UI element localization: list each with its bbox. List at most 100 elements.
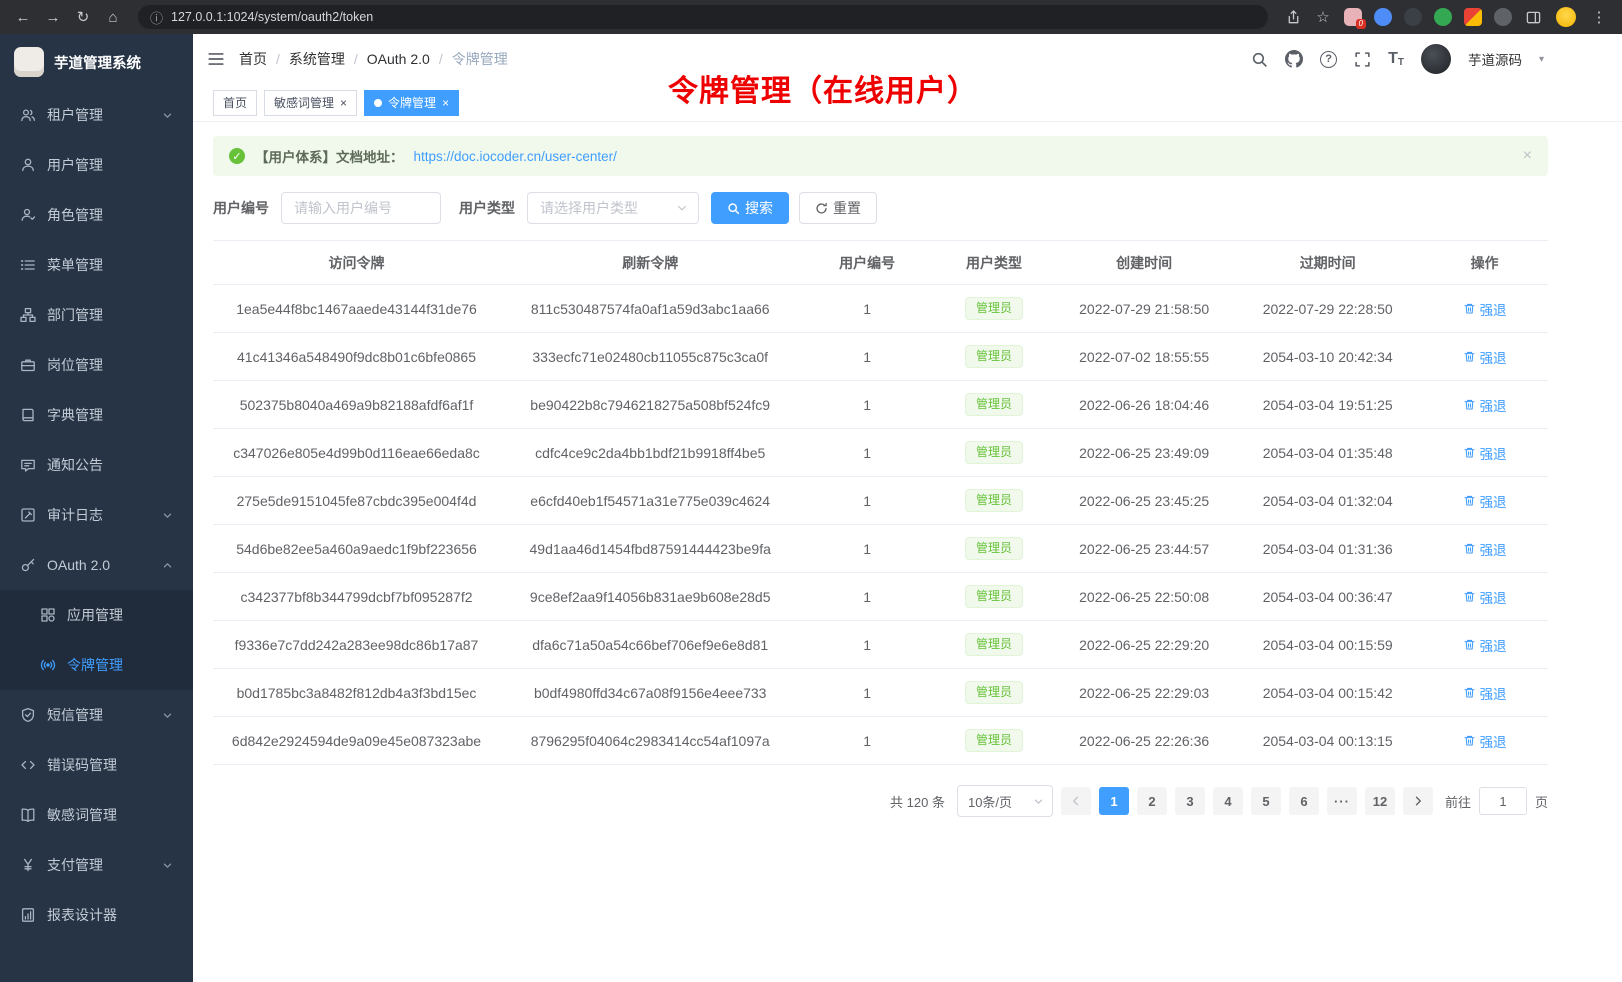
share-icon[interactable] [1280, 4, 1306, 30]
browser-forward-icon[interactable]: → [40, 4, 66, 30]
sidebar-item-label: 用户管理 [47, 155, 103, 175]
logo-image [14, 47, 44, 77]
site-info-icon[interactable]: ⓘ [150, 8, 163, 27]
tab-close-icon[interactable]: × [442, 97, 449, 109]
reset-button[interactable]: 重置 [799, 192, 877, 224]
page-button-6[interactable]: 6 [1289, 787, 1319, 815]
goto-page-input[interactable] [1479, 787, 1527, 815]
refresh-icon [815, 202, 828, 215]
breadcrumb-item[interactable]: 首页 [239, 49, 267, 69]
breadcrumb-item[interactable]: 系统管理 [289, 49, 345, 69]
refresh-token-cell: 811c530487574fa0af1a59d3abc1aa66 [500, 285, 800, 333]
fullscreen-icon[interactable] [1354, 51, 1371, 68]
browser-profile-avatar[interactable] [1556, 7, 1576, 27]
access-token-cell: b0d1785bc3a8482f812db4a3f3bd15ec [213, 669, 500, 717]
side-panel-icon[interactable] [1520, 4, 1546, 30]
force-logout-button[interactable]: 强退 [1463, 347, 1507, 367]
more-pages-button[interactable]: ··· [1327, 787, 1357, 815]
banner-close-icon[interactable]: × [1523, 147, 1532, 165]
page-button-12[interactable]: 12 [1365, 787, 1395, 815]
table-row: 502375b8040a469a9b82188afdf6af1fbe90422b… [213, 381, 1548, 429]
tab-home[interactable]: 首页 [213, 90, 257, 116]
sidebar-item-sensitive[interactable]: 敏感词管理 [0, 790, 193, 840]
sidebar-item-user[interactable]: 用户管理 [0, 140, 193, 190]
browser-home-icon[interactable]: ⌂ [100, 4, 126, 30]
sidebar-item-oauth2[interactable]: OAuth 2.0 [0, 540, 193, 590]
user-type-select[interactable]: 请选择用户类型 [527, 192, 699, 224]
access-token-cell: 41c41346a548490f9dc8b01c6bfe0865 [213, 333, 500, 381]
sidebar-item-audit-log[interactable]: 审计日志 [0, 490, 193, 540]
page-size-select[interactable]: 10条/页 [957, 785, 1053, 817]
breadcrumb-item: 令牌管理 [452, 49, 508, 69]
help-icon[interactable]: ? [1320, 51, 1337, 68]
expire-time-cell: 2054-03-04 00:15:59 [1234, 621, 1421, 669]
sidebar-item-role[interactable]: 角色管理 [0, 190, 193, 240]
sidebar-item-error-code[interactable]: 错误码管理 [0, 740, 193, 790]
sidebar-item-label: 字典管理 [47, 405, 103, 425]
browser-back-icon[interactable]: ← [10, 4, 36, 30]
force-logout-button[interactable]: 强退 [1463, 683, 1507, 703]
action-cell: 强退 [1421, 525, 1548, 573]
extension-icon[interactable] [1404, 8, 1422, 26]
sidebar-item-report[interactable]: 报表设计器 [0, 890, 193, 940]
extension-pin-icon[interactable] [1494, 8, 1512, 26]
extension-icon[interactable] [1434, 8, 1452, 26]
tab-label: 首页 [223, 94, 247, 111]
delete-icon [1463, 398, 1476, 411]
tab-oauth2-token[interactable]: 令牌管理× [364, 90, 459, 116]
page-button-2[interactable]: 2 [1137, 787, 1167, 815]
extension-icon[interactable] [1374, 8, 1392, 26]
tab-sensitive-word[interactable]: 敏感词管理× [264, 90, 357, 116]
page-button-4[interactable]: 4 [1213, 787, 1243, 815]
breadcrumb-item[interactable]: OAuth 2.0 [367, 51, 430, 67]
sidebar-item-dept[interactable]: 部门管理 [0, 290, 193, 340]
github-icon[interactable] [1285, 50, 1303, 68]
url-text: 127.0.0.1:1024/system/oauth2/token [171, 10, 373, 24]
force-logout-button[interactable]: 强退 [1463, 491, 1507, 511]
next-page-button[interactable] [1403, 787, 1433, 815]
prev-page-button[interactable] [1061, 787, 1091, 815]
page-button-1[interactable]: 1 [1099, 787, 1129, 815]
chevron-down-icon[interactable]: ▾ [1539, 54, 1544, 65]
action-cell: 强退 [1421, 477, 1548, 525]
sidebar-item-pay[interactable]: 支付管理 [0, 840, 193, 890]
bookmark-star-icon[interactable]: ☆ [1310, 4, 1336, 30]
sidebar-item-oauth2-app[interactable]: 应用管理 [0, 590, 193, 640]
browser-menu-icon[interactable]: ⋮ [1586, 4, 1612, 30]
sidebar-item-oauth2-token[interactable]: 令牌管理 [0, 640, 193, 690]
force-logout-button[interactable]: 强退 [1463, 731, 1507, 751]
browser-reload-icon[interactable]: ↻ [70, 4, 96, 30]
sidebar-item-sms[interactable]: 短信管理 [0, 690, 193, 740]
delete-icon [1463, 734, 1476, 747]
user-type-cell: 管理员 [934, 333, 1054, 381]
sidebar-item-tenant[interactable]: 租户管理 [0, 90, 193, 140]
force-logout-button[interactable]: 强退 [1463, 443, 1507, 463]
chevron-down-icon [162, 510, 173, 521]
search-button[interactable]: 搜索 [711, 192, 789, 224]
force-logout-button[interactable]: 强退 [1463, 587, 1507, 607]
banner-doc-link[interactable]: https://doc.iocoder.cn/user-center/ [414, 149, 617, 164]
extensions-puzzle-icon[interactable] [1464, 8, 1482, 26]
font-size-icon[interactable]: TT [1388, 50, 1404, 68]
user-avatar[interactable] [1421, 44, 1451, 74]
sidebar-item-notice[interactable]: 通知公告 [0, 440, 193, 490]
user-id-input[interactable] [281, 192, 441, 224]
sidebar-item-menu[interactable]: 菜单管理 [0, 240, 193, 290]
force-logout-button[interactable]: 强退 [1463, 395, 1507, 415]
app-title: 芋道管理系统 [54, 52, 141, 73]
page-button-5[interactable]: 5 [1251, 787, 1281, 815]
force-logout-button[interactable]: 强退 [1463, 635, 1507, 655]
page-button-3[interactable]: 3 [1175, 787, 1205, 815]
force-logout-label: 强退 [1480, 731, 1507, 751]
tab-close-icon[interactable]: × [340, 97, 347, 109]
app-logo: 芋道管理系统 [0, 34, 193, 90]
sidebar-item-label: 租户管理 [47, 105, 103, 125]
sidebar-item-dict[interactable]: 字典管理 [0, 390, 193, 440]
browser-address-bar[interactable]: ⓘ 127.0.0.1:1024/system/oauth2/token [138, 5, 1268, 29]
force-logout-button[interactable]: 强退 [1463, 539, 1507, 559]
extension-icon[interactable]: 0 [1344, 8, 1362, 26]
sidebar-item-post[interactable]: 岗位管理 [0, 340, 193, 390]
sidebar-collapse-icon[interactable] [207, 50, 225, 68]
search-icon[interactable] [1251, 51, 1268, 68]
force-logout-button[interactable]: 强退 [1463, 299, 1507, 319]
